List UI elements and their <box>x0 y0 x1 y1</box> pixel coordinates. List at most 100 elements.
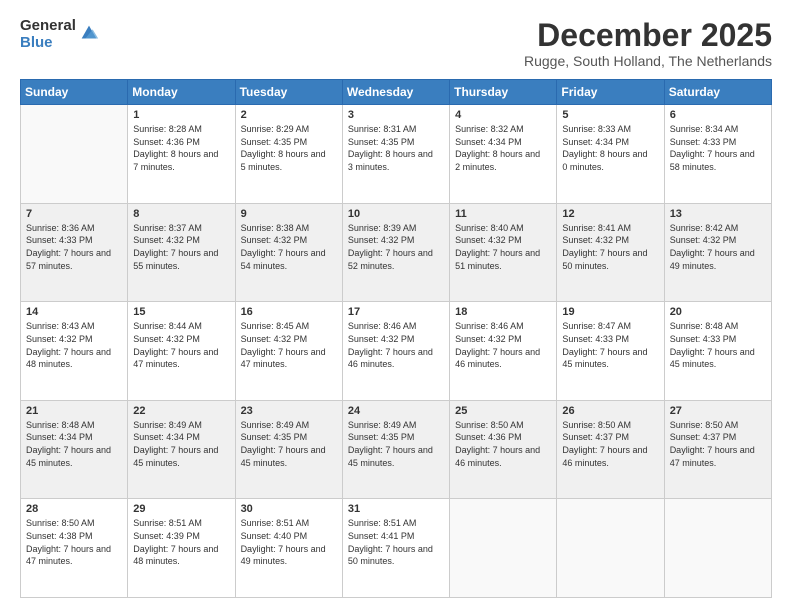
daylight-hours: Daylight: 7 hours and <box>241 248 326 258</box>
table-row: 2 Sunrise: 8:29 AMSunset: 4:35 PMDaylight… <box>235 105 342 204</box>
sunset: Sunset: 4:35 PM <box>348 137 415 147</box>
sunrise: Sunrise: 8:51 AM <box>348 518 417 528</box>
sunset: Sunset: 4:32 PM <box>26 334 93 344</box>
daylight-minutes: 46 minutes. <box>455 458 502 468</box>
calendar-week-row: 28Sunrise: 8:50 AMSunset: 4:38 PMDayligh… <box>21 499 772 598</box>
day-number: 2 <box>241 109 337 121</box>
daylight-hours: Daylight: 7 hours and <box>26 544 111 554</box>
day-number: 13 <box>670 208 766 220</box>
daylight-minutes: 45 minutes. <box>241 458 288 468</box>
daylight-minutes: 46 minutes. <box>562 458 609 468</box>
logo-general: General <box>20 18 76 35</box>
sunset: Sunset: 4:34 PM <box>455 137 522 147</box>
day-number: 21 <box>26 405 122 417</box>
day-info: Sunrise: 8:34 AMSunset: 4:33 PMDaylight:… <box>670 123 766 173</box>
table-row <box>450 499 557 598</box>
table-row: 12Sunrise: 8:41 AMSunset: 4:32 PMDayligh… <box>557 203 664 302</box>
day-number: 27 <box>670 405 766 417</box>
daylight-hours: Daylight: 7 hours and <box>455 445 540 455</box>
daylight-hours: Daylight: 7 hours and <box>348 445 433 455</box>
table-row: 9Sunrise: 8:38 AMSunset: 4:32 PMDaylight… <box>235 203 342 302</box>
table-row: 13Sunrise: 8:42 AMSunset: 4:32 PMDayligh… <box>664 203 771 302</box>
day-number: 26 <box>562 405 658 417</box>
daylight-minutes: 46 minutes. <box>348 359 395 369</box>
col-tuesday: Tuesday <box>235 80 342 105</box>
sunrise: Sunrise: 8:44 AM <box>133 321 202 331</box>
col-wednesday: Wednesday <box>342 80 449 105</box>
table-row: 15Sunrise: 8:44 AMSunset: 4:32 PMDayligh… <box>128 302 235 401</box>
day-info: Sunrise: 8:51 AMSunset: 4:41 PMDaylight:… <box>348 517 444 567</box>
month-title: December 2025 <box>524 18 772 53</box>
day-number: 3 <box>348 109 444 121</box>
table-row: 23Sunrise: 8:49 AMSunset: 4:35 PMDayligh… <box>235 400 342 499</box>
title-block: December 2025 Rugge, South Holland, The … <box>524 18 772 69</box>
sunrise: Sunrise: 8:38 AM <box>241 223 310 233</box>
daylight-hours: Daylight: 7 hours and <box>133 544 218 554</box>
col-saturday: Saturday <box>664 80 771 105</box>
sunset: Sunset: 4:36 PM <box>455 432 522 442</box>
day-info: Sunrise: 8:37 AMSunset: 4:32 PMDaylight:… <box>133 222 229 272</box>
day-info: Sunrise: 8:46 AM Sunset: 4:32 PM Daylight:… <box>455 320 551 370</box>
table-row: 3Sunrise: 8:31 AMSunset: 4:35 PMDaylight… <box>342 105 449 204</box>
daylight-hours: Daylight: 7 hours and <box>133 445 218 455</box>
daylight-minutes: 52 minutes. <box>348 261 395 271</box>
day-info: Sunrise: 8:50 AMSunset: 4:37 PMDaylight:… <box>562 419 658 469</box>
table-row: 8Sunrise: 8:37 AMSunset: 4:32 PMDaylight… <box>128 203 235 302</box>
sunrise: Sunrise: 8:48 AM <box>670 321 739 331</box>
daylight-hours: Daylight: 7 hours and <box>241 347 326 357</box>
sunset: Sunset: 4:39 PM <box>133 531 200 541</box>
daylight-minutes: 45 minutes. <box>348 458 395 468</box>
daylight-minutes: 3 minutes. <box>348 162 390 172</box>
sunset: Sunset: 4:32 PM <box>455 334 522 344</box>
page: General Blue December 2025 Rugge, South … <box>0 0 792 612</box>
table-row <box>21 105 128 204</box>
sunset: Sunset: 4:32 PM <box>562 235 629 245</box>
sunrise: Sunrise: 8:46 AM <box>455 321 524 331</box>
sunrise: Sunrise: 8:49 AM <box>348 420 417 430</box>
daylight-minutes: 2 minutes. <box>455 162 497 172</box>
day-number: 12 <box>562 208 658 220</box>
sunset: Sunset: 4:37 PM <box>670 432 737 442</box>
calendar-table: Sunday Monday Tuesday Wednesday Thursday… <box>20 79 772 598</box>
sunrise: Sunrise: 8:51 AM <box>241 518 310 528</box>
daylight-hours: Daylight: 7 hours and <box>348 248 433 258</box>
day-number: 29 <box>133 503 229 515</box>
sunrise: Sunrise: 8:28 AM <box>133 124 202 134</box>
sunset: Sunset: 4:32 PM <box>241 334 308 344</box>
logo-text: General Blue <box>20 18 76 51</box>
daylight-hours: Daylight: 7 hours and <box>348 544 433 554</box>
sunset: Sunset: 4:32 PM <box>241 235 308 245</box>
day-number: 28 <box>26 503 122 515</box>
day-number: 14 <box>26 306 122 318</box>
table-row: 31 Sunrise: 8:51 AMSunset: 4:41 PMDayligh… <box>342 499 449 598</box>
sunrise: Sunrise: 8:40 AM <box>455 223 524 233</box>
daylight-hours: Daylight: 7 hours and <box>670 149 755 159</box>
day-number: 31 <box>348 503 444 515</box>
table-row: 1Sunrise: 8:28 AMSunset: 4:36 PMDaylight… <box>128 105 235 204</box>
header: General Blue December 2025 Rugge, South … <box>20 18 772 69</box>
table-row: 4Sunrise: 8:32 AMSunset: 4:34 PMDaylight… <box>450 105 557 204</box>
daylight-minutes: 0 minutes. <box>562 162 604 172</box>
day-number: 24 <box>348 405 444 417</box>
daylight-minutes: 55 minutes. <box>133 261 180 271</box>
daylight-minutes: 45 minutes. <box>26 458 73 468</box>
day-info: Sunrise: 8:29 AMSunset: 4:35 PMDaylight:… <box>241 123 337 173</box>
table-row: 18Sunrise: 8:46 AMSunset: 4:32 PMDayligh… <box>450 302 557 401</box>
daylight-minutes: 51 minutes. <box>455 261 502 271</box>
daylight-minutes: 49 minutes. <box>241 556 288 566</box>
daylight-hours: Daylight: 7 hours and <box>455 347 540 357</box>
day-number: 1 <box>133 109 229 121</box>
daylight-hours: Daylight: 7 hours and <box>241 445 326 455</box>
table-row: 19Sunrise: 8:47 AMSunset: 4:33 PMDayligh… <box>557 302 664 401</box>
sunset: Sunset: 4:34 PM <box>26 432 93 442</box>
day-info: Sunrise: 8:32 AMSunset: 4:34 PMDaylight:… <box>455 123 551 173</box>
sunrise: Sunrise: 8:50 AM <box>670 420 739 430</box>
day-info: Sunrise: 8:36 AMSunset: 4:33 PMDaylight:… <box>26 222 122 272</box>
sunset: Sunset: 4:34 PM <box>562 137 629 147</box>
daylight-hours: Daylight: 7 hours and <box>670 248 755 258</box>
day-info: Sunrise: 8:40 AMSunset: 4:32 PMDaylight:… <box>455 222 551 272</box>
sunset: Sunset: 4:33 PM <box>670 334 737 344</box>
day-number: 6 <box>670 109 766 121</box>
day-info: Sunrise: 8:48 AMSunset: 4:34 PMDaylight:… <box>26 419 122 469</box>
sunrise: Sunrise: 8:43 AM <box>26 321 95 331</box>
